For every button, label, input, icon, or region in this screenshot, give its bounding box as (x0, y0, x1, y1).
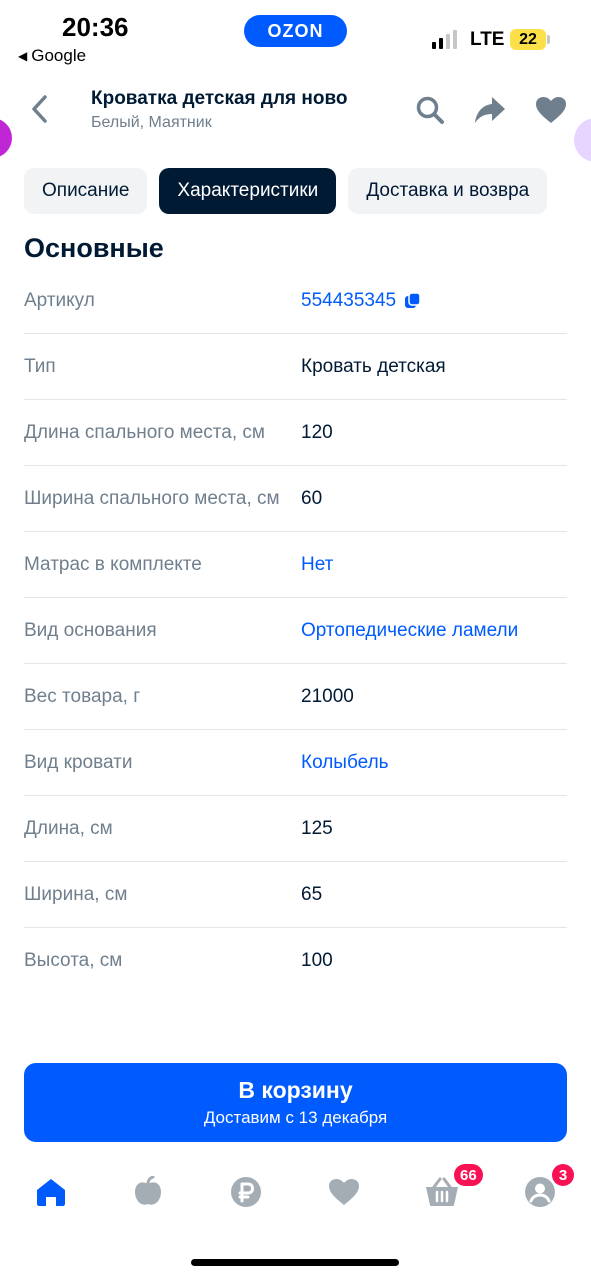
spec-key: Вид основания (24, 620, 157, 641)
spec-row: Вид основания Ортопедические ламели (24, 598, 567, 664)
spec-value: 21000 (301, 686, 354, 707)
search-icon (416, 96, 444, 124)
nav-fresh[interactable] (128, 1172, 168, 1212)
back-to-app-link[interactable]: ◀ Google (18, 46, 86, 66)
spec-value: 120 (301, 422, 333, 443)
nav-cart[interactable]: 66 (422, 1164, 483, 1212)
spec-value: 65 (301, 884, 323, 905)
spec-row: Вес товара, г 21000 (24, 664, 567, 730)
heart-icon (536, 97, 566, 123)
spec-key: Вид кровати (24, 752, 133, 773)
network-type: LTE (470, 29, 505, 50)
tab-description[interactable]: Описание (24, 168, 148, 214)
fresh-icon (135, 1176, 161, 1205)
nav-finance[interactable] (226, 1172, 266, 1212)
copy-icon[interactable] (404, 292, 422, 310)
battery-icon: 22 (510, 29, 546, 50)
spec-value-link[interactable]: Ортопедические ламели (301, 617, 567, 644)
chevron-left-icon (32, 95, 47, 123)
back-arrow-icon: ◀ (18, 49, 28, 63)
add-to-cart-label: В корзину (238, 1077, 353, 1103)
profile-notification-badge: 3 (552, 1164, 574, 1186)
spec-key: Артикул (24, 290, 95, 311)
spec-row: Вид кровати Колыбель (24, 730, 567, 796)
signal-icon (432, 30, 457, 49)
nav-favorites[interactable] (324, 1172, 364, 1212)
product-header: Кроватка детская для ново Белый, Маятник (0, 78, 591, 140)
specs-list: Артикул 554435345 Тип Кровать детская Дл… (24, 268, 567, 993)
back-app-label: Google (31, 46, 87, 65)
tab-characteristics[interactable]: Характеристики (159, 168, 337, 214)
spec-key: Длина, см (24, 818, 113, 839)
spec-value: 125 (301, 818, 333, 839)
spec-key: Длина спального места, см (24, 422, 265, 443)
nav-profile[interactable]: 3 (520, 1164, 574, 1212)
share-icon (475, 97, 505, 123)
status-time: 20:36 (62, 12, 129, 42)
spec-row: Матрас в комплекте Нет (24, 532, 567, 598)
article-number[interactable]: 554435345 (301, 287, 396, 314)
favorite-button[interactable] (534, 93, 568, 127)
spec-key: Высота, см (24, 950, 123, 971)
status-bar: 20:36 ◀ Google OZON LTE 22 (0, 0, 591, 72)
spec-key: Вес товара, г (24, 686, 141, 707)
spec-row: Высота, см 100 (24, 928, 567, 993)
delivery-date: Доставим с 13 декабря (203, 1108, 388, 1127)
spec-row: Длина, см 125 (24, 796, 567, 862)
spec-key: Матрас в комплекте (24, 554, 202, 575)
home-indicator[interactable] (191, 1259, 399, 1266)
section-title: Основные (24, 233, 164, 263)
spec-row: Ширина, см 65 (24, 862, 567, 928)
spec-value: 60 (301, 488, 323, 509)
tab-delivery[interactable]: Доставка и возвра (348, 168, 548, 214)
cart-icon (426, 1177, 458, 1206)
back-button[interactable] (24, 92, 54, 126)
spec-row: Длина спального места, см 120 (24, 400, 567, 466)
ruble-icon (231, 1177, 261, 1207)
product-variant: Белый, Маятник (91, 114, 212, 131)
nav-home[interactable] (31, 1172, 71, 1212)
spec-value: Кровать детская (301, 356, 446, 377)
spec-value-link[interactable]: 554435345 (301, 287, 567, 314)
spec-key: Ширина, см (24, 884, 128, 905)
cart-count-badge: 66 (454, 1164, 483, 1186)
bottom-navigation: 66 3 (0, 1158, 591, 1228)
spec-row: Ширина спального места, см 60 (24, 466, 567, 532)
search-button[interactable] (413, 93, 447, 127)
spec-value: 100 (301, 950, 333, 971)
share-button[interactable] (473, 93, 507, 127)
battery-cap (547, 35, 550, 44)
home-icon (37, 1179, 65, 1206)
spec-row: Артикул 554435345 (24, 268, 567, 334)
favorites-icon (329, 1179, 359, 1205)
spec-key: Ширина спального места, см (24, 488, 280, 509)
spec-row: Тип Кровать детская (24, 334, 567, 400)
profile-icon (525, 1177, 555, 1207)
spec-value-link[interactable]: Нет (301, 551, 567, 578)
spec-value-link[interactable]: Колыбель (301, 749, 567, 776)
tabs-bar: Описание Характеристики Доставка и возвр… (24, 168, 548, 214)
spec-key: Тип (24, 356, 56, 377)
product-title: Кроватка детская для ново (91, 88, 348, 109)
add-to-cart-button[interactable]: В корзину Доставим с 13 декабря (24, 1063, 567, 1142)
ozon-logo: OZON (244, 15, 347, 47)
